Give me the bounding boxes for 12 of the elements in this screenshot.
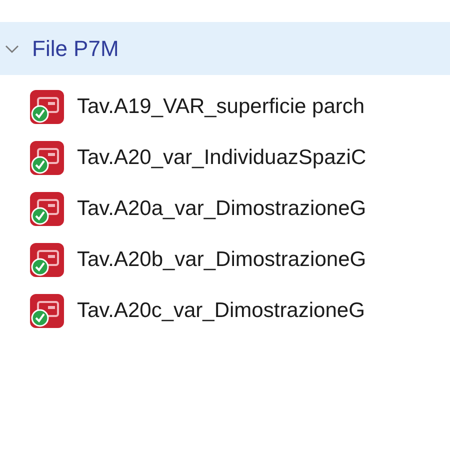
file-name[interactable]: Tav.A20b_var_DimostrazioneG bbox=[77, 248, 366, 272]
file-name[interactable]: Tav.A19_VAR_superficie parch bbox=[77, 94, 365, 118]
signed-file-icon bbox=[29, 242, 65, 278]
file-name[interactable]: Tav.A20c_var_DimostrazioneG bbox=[77, 298, 365, 322]
file-name[interactable]: Tav.A20_var_IndividuazSpaziC bbox=[77, 146, 366, 170]
signed-file-icon bbox=[29, 88, 65, 124]
signed-file-icon bbox=[29, 140, 65, 176]
group-label: File P7M bbox=[32, 36, 119, 62]
file-name[interactable]: Tav.A20a_var_DimostrazioneG bbox=[77, 196, 366, 220]
group-header[interactable]: File P7M bbox=[0, 22, 450, 75]
signed-file-icon bbox=[29, 190, 65, 226]
signed-file-icon bbox=[29, 292, 65, 328]
